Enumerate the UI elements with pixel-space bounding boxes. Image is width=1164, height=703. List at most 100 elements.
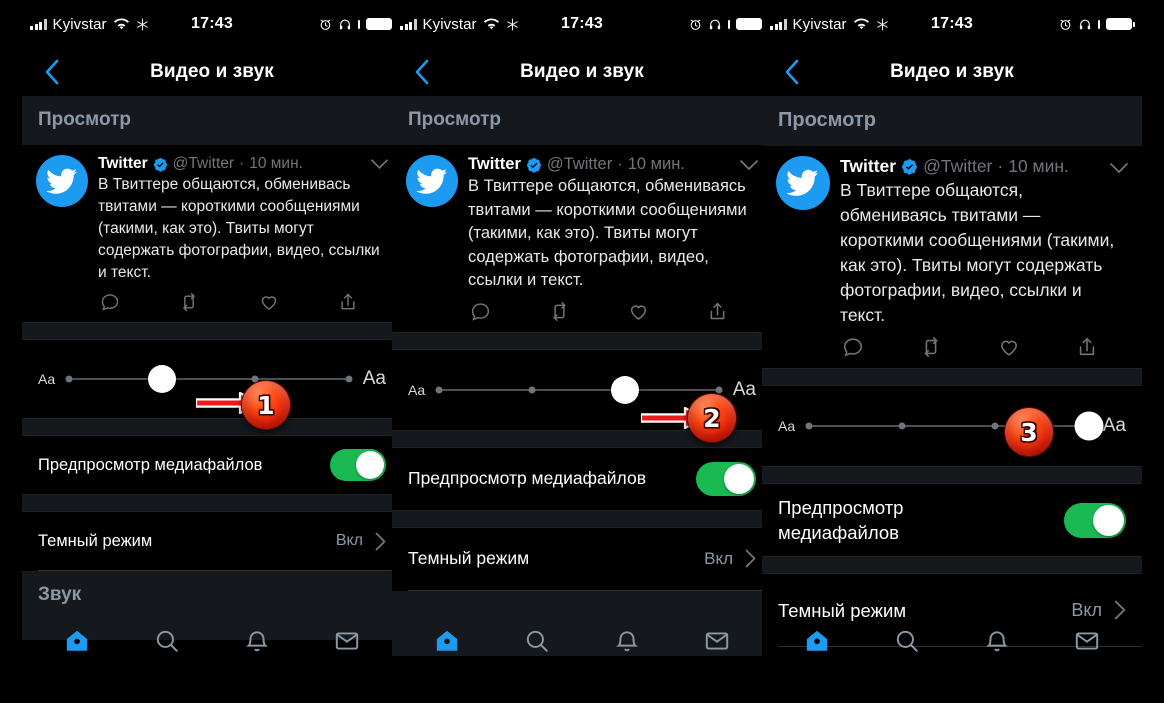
reply-icon[interactable] <box>842 336 864 358</box>
font-size-small-label: Aa <box>38 371 56 387</box>
tweet-actions <box>468 293 758 326</box>
messages-tab[interactable] <box>324 621 370 661</box>
retweet-icon[interactable] <box>549 301 570 322</box>
settings-content: Просмотр Twitter @Twitter · 10 мин. В Тв… <box>22 96 402 640</box>
back-button[interactable] <box>408 58 436 86</box>
tweet-handle: @Twitter <box>546 155 613 173</box>
slider-tick <box>991 422 999 430</box>
home-tab[interactable] <box>54 621 100 661</box>
notifications-tab[interactable] <box>604 621 650 661</box>
slider-line <box>439 388 719 391</box>
retweet-icon[interactable] <box>920 336 942 358</box>
home-tab[interactable] <box>424 621 470 661</box>
reply-icon[interactable] <box>100 292 120 312</box>
screenshot-stage: Kyivstar 17:43 Видео и звук Просмотр Twi… <box>0 0 1164 703</box>
back-button[interactable] <box>38 58 66 86</box>
chevron-down-icon[interactable] <box>740 157 758 176</box>
alarm-icon <box>1059 18 1072 31</box>
media-preview-toggle[interactable] <box>330 449 386 481</box>
search-icon <box>526 630 548 652</box>
row-label-dark-mode: Темный режим <box>38 531 153 550</box>
tweet-text: В Твиттере общаются, обмениваясь твитами… <box>840 180 1115 325</box>
row-dark-mode[interactable]: Темный режим Вкл <box>22 512 402 570</box>
share-icon[interactable] <box>1076 336 1098 358</box>
slider-knob[interactable] <box>1074 411 1104 441</box>
bell-icon <box>246 631 268 652</box>
row-label-media-preview: Предпросмотр медиафайлов <box>408 468 646 488</box>
section-divider <box>762 368 1142 386</box>
section-divider <box>762 556 1142 574</box>
battery-stub-icon <box>728 19 730 29</box>
tweet-author-name: Twitter <box>98 155 148 172</box>
tweet-separator: · <box>617 155 623 173</box>
battery-icon <box>366 18 395 30</box>
like-icon[interactable] <box>259 292 279 312</box>
tweet-handle: @Twitter <box>172 155 235 172</box>
toggle-knob <box>356 451 384 479</box>
verified-badge-icon <box>526 157 542 173</box>
share-icon[interactable] <box>707 301 728 322</box>
chevron-down-icon[interactable] <box>1110 158 1128 179</box>
tweet-body: Twitter @Twitter · 10 мин. В Твиттере об… <box>468 155 758 326</box>
section-header-preview: Просмотр <box>22 96 402 145</box>
settings-content: Просмотр Twitter @Twitter · 10 мин. В Тв… <box>392 96 772 656</box>
twitter-bird-icon <box>776 156 830 210</box>
tweet-author-name: Twitter <box>840 156 897 176</box>
tweet-timestamp: 10 мин. <box>249 155 303 172</box>
font-size-slider-row[interactable]: Aa Aa <box>762 386 1142 466</box>
tweet-preview: Twitter @Twitter · 10 мин. В Твиттере об… <box>762 146 1142 368</box>
tweet-header: Twitter @Twitter · 10 мин. <box>840 156 1128 177</box>
media-preview-toggle[interactable] <box>696 461 756 496</box>
back-button[interactable] <box>778 58 806 86</box>
messages-tab[interactable] <box>694 621 740 661</box>
slider-knob[interactable] <box>611 375 640 404</box>
font-size-large-label: Aa <box>732 378 756 400</box>
slider-tick <box>435 386 443 393</box>
media-preview-toggle[interactable] <box>1064 502 1126 538</box>
search-tab[interactable] <box>144 621 190 661</box>
tweet-preview: Twitter @Twitter · 10 мин. В Твиттере об… <box>22 145 402 322</box>
row-label-dark-mode: Темный режим <box>408 548 530 568</box>
tweet-text: В Твиттере общаются, обменивась твитами … <box>98 176 380 281</box>
chevron-down-icon[interactable] <box>371 157 388 175</box>
chevron-right-icon[interactable] <box>745 549 756 568</box>
home-tab[interactable] <box>794 621 840 661</box>
step-3-marker: 3 <box>1005 408 1053 456</box>
home-icon <box>66 630 88 651</box>
verified-badge-icon <box>901 158 918 175</box>
status-bar: Kyivstar 17:43 <box>22 0 402 48</box>
alarm-icon <box>319 18 332 31</box>
slider-tick <box>805 422 813 430</box>
tweet-separator: · <box>997 156 1004 176</box>
envelope-icon <box>335 632 359 650</box>
font-size-slider-track[interactable] <box>65 365 353 393</box>
row-media-preview[interactable]: Предпросмотр медиафайлов <box>762 484 1142 556</box>
status-bar: Kyivstar 17:43 <box>762 0 1142 48</box>
search-tab[interactable] <box>884 621 930 661</box>
retweet-icon[interactable] <box>179 292 199 312</box>
bottom-tab-bar <box>392 617 772 665</box>
notifications-tab[interactable] <box>974 621 1020 661</box>
like-icon[interactable] <box>628 301 649 322</box>
messages-tab[interactable] <box>1064 621 1110 661</box>
phone-screenshot-step-3: Kyivstar 17:43 Видео и звук Просмотр Twi… <box>762 0 1142 703</box>
font-size-slider-track[interactable] <box>435 375 723 404</box>
section-divider <box>762 466 1142 484</box>
chevron-right-icon[interactable] <box>375 532 386 551</box>
section-divider <box>22 418 402 436</box>
share-icon[interactable] <box>338 292 358 312</box>
like-icon[interactable] <box>998 336 1020 358</box>
reply-icon[interactable] <box>470 301 491 322</box>
row-label-media-preview: Предпросмотр медиафайлов <box>778 497 904 543</box>
tweet-handle: @Twitter <box>923 156 993 176</box>
row-media-preview[interactable]: Предпросмотр медиафайлов <box>392 448 772 510</box>
chevron-left-icon <box>45 59 59 85</box>
row-media-preview[interactable]: Предпросмотр медиафайлов <box>22 436 402 494</box>
tweet-timestamp: 10 мин. <box>1008 156 1069 176</box>
search-tab[interactable] <box>514 621 560 661</box>
row-dark-mode[interactable]: Темный режим Вкл <box>392 528 772 590</box>
font-size-large-label: Aa <box>362 368 386 389</box>
slider-knob[interactable] <box>148 365 177 393</box>
notifications-tab[interactable] <box>234 621 280 661</box>
row-right-dark-mode: Вкл <box>336 532 386 551</box>
